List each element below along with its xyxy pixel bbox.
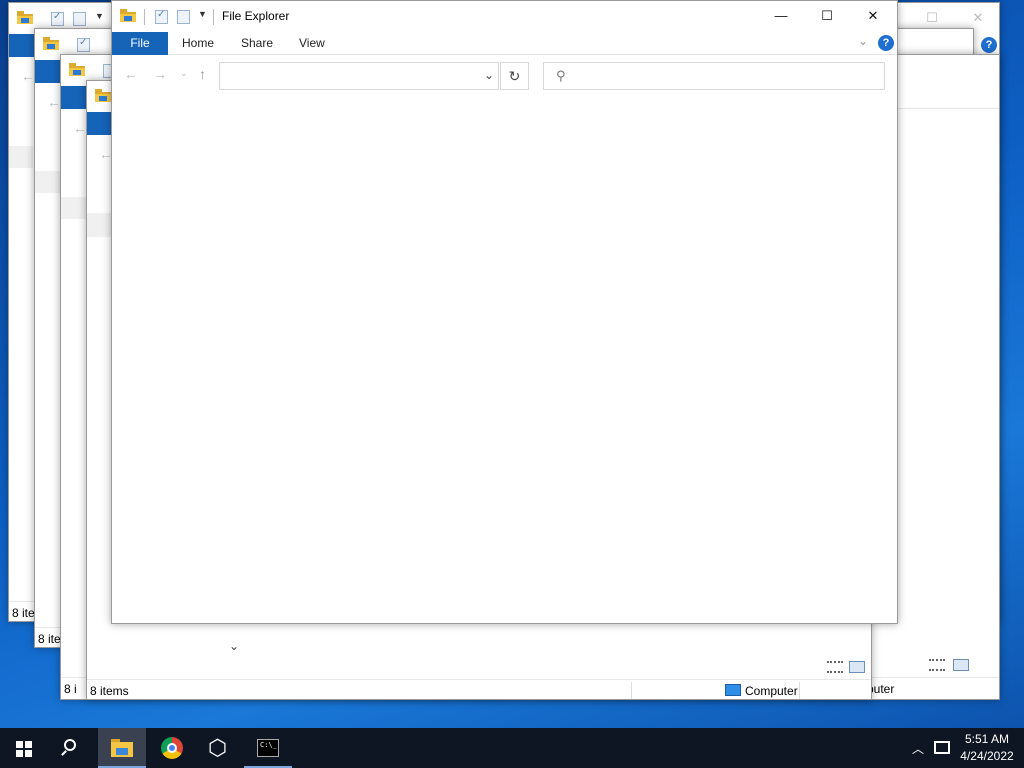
show-hidden-icons-icon[interactable]: ︿	[912, 740, 924, 757]
windows-logo-icon	[16, 741, 32, 757]
folder-icon	[69, 63, 85, 76]
large-icons-view-icon[interactable]	[849, 661, 865, 673]
status-divider	[799, 682, 800, 699]
clock-time: 5:51 AM	[964, 732, 1010, 746]
nav-pane-item	[9, 146, 33, 168]
status-location: Computer	[745, 684, 798, 698]
forward-arrow-icon[interactable]: →	[153, 66, 167, 82]
properties-icon[interactable]	[77, 37, 90, 52]
start-button[interactable]	[0, 728, 48, 768]
help-icon[interactable]: ?	[981, 37, 997, 53]
search-icon	[64, 739, 76, 751]
details-view-icon[interactable]	[929, 659, 945, 671]
taskbar-command-prompt[interactable]	[244, 728, 292, 768]
tab-view[interactable]: View	[299, 32, 325, 55]
status-item-count: 8 ite	[12, 606, 35, 620]
taskbar: ⬡ ︿ 5:51 AM 4/24/2022	[0, 728, 1024, 768]
new-folder-icon[interactable]	[73, 12, 86, 26]
nav-pane-item	[87, 213, 111, 237]
properties-icon[interactable]	[155, 9, 168, 24]
back-arrow-icon[interactable]: ←	[21, 68, 35, 84]
nav-pane-item	[61, 197, 87, 219]
clock-date: 4/24/2022	[960, 749, 1014, 763]
separator	[144, 9, 145, 25]
status-item-count: 8 ite	[38, 632, 61, 646]
clock[interactable]: 5:51 AM 4/24/2022	[956, 731, 1018, 765]
status-item-count: 8 items	[90, 684, 129, 698]
chrome-icon	[161, 737, 183, 759]
chevron-down-icon[interactable]: ⌄	[484, 68, 494, 82]
search-icon: ⚲	[556, 68, 566, 83]
navigation-bar: ← → ⌄ ↑ ⌄ ↻ ⚲	[112, 56, 897, 96]
up-arrow-icon[interactable]: ↑	[199, 66, 206, 82]
taskbar-file-explorer[interactable]	[98, 728, 146, 768]
command-prompt-icon	[257, 739, 279, 757]
scroll-down-icon[interactable]: ⌄	[229, 639, 239, 653]
search-box[interactable]: ⚲	[543, 62, 885, 90]
status-divider	[631, 682, 632, 699]
refresh-button[interactable]: ↻	[500, 62, 529, 90]
title-bar[interactable]: ▼ File Explorer — ☐ ✕	[112, 1, 897, 32]
close-button[interactable]: ✕	[850, 1, 896, 31]
tab-share[interactable]: Share	[241, 32, 273, 55]
status-item-count: 8 i	[64, 682, 77, 696]
maximize-button[interactable]: ☐	[804, 1, 850, 31]
folder-icon	[17, 11, 33, 24]
back-arrow-icon[interactable]: ←	[73, 120, 87, 136]
customize-quick-access-icon[interactable]: ▼	[95, 11, 104, 21]
recent-locations-icon[interactable]: ⌄	[180, 68, 188, 79]
expand-ribbon-icon[interactable]: ⌄	[858, 34, 868, 48]
status-bar: 8 items Computer	[87, 679, 871, 699]
address-bar[interactable]: ⌄	[219, 62, 499, 90]
properties-icon[interactable]	[51, 11, 64, 26]
content-area[interactable]	[112, 96, 897, 623]
large-icons-view-icon[interactable]	[953, 659, 969, 671]
cube-icon: ⬡	[208, 735, 228, 760]
search-handle	[61, 750, 67, 756]
ribbon: File Home Share View ⌄ ?	[112, 32, 897, 55]
folder-icon	[111, 739, 133, 757]
taskbar-package[interactable]: ⬡	[196, 728, 244, 768]
folder-icon	[43, 37, 59, 50]
back-arrow-icon[interactable]: ←	[47, 94, 61, 110]
tab-home[interactable]: Home	[182, 32, 214, 55]
file-tab[interactable]: File	[112, 32, 168, 55]
help-icon[interactable]: ?	[878, 35, 894, 51]
folder-icon	[95, 89, 111, 102]
network-icon[interactable]	[934, 741, 950, 754]
taskbar-chrome[interactable]	[148, 728, 196, 768]
details-view-icon[interactable]	[827, 661, 843, 673]
customize-quick-access-icon[interactable]: ▼	[198, 9, 207, 19]
search-button[interactable]	[48, 728, 96, 768]
new-folder-icon[interactable]	[177, 10, 190, 24]
separator	[213, 9, 214, 25]
computer-icon	[725, 684, 741, 696]
folder-icon	[120, 9, 136, 22]
window-title: File Explorer	[222, 9, 290, 23]
minimize-button[interactable]: —	[758, 1, 804, 31]
explorer-window-active[interactable]: ▼ File Explorer — ☐ ✕ File Home Share Vi…	[111, 0, 898, 624]
nav-pane-item	[35, 171, 61, 193]
back-arrow-icon[interactable]: ←	[124, 66, 138, 82]
